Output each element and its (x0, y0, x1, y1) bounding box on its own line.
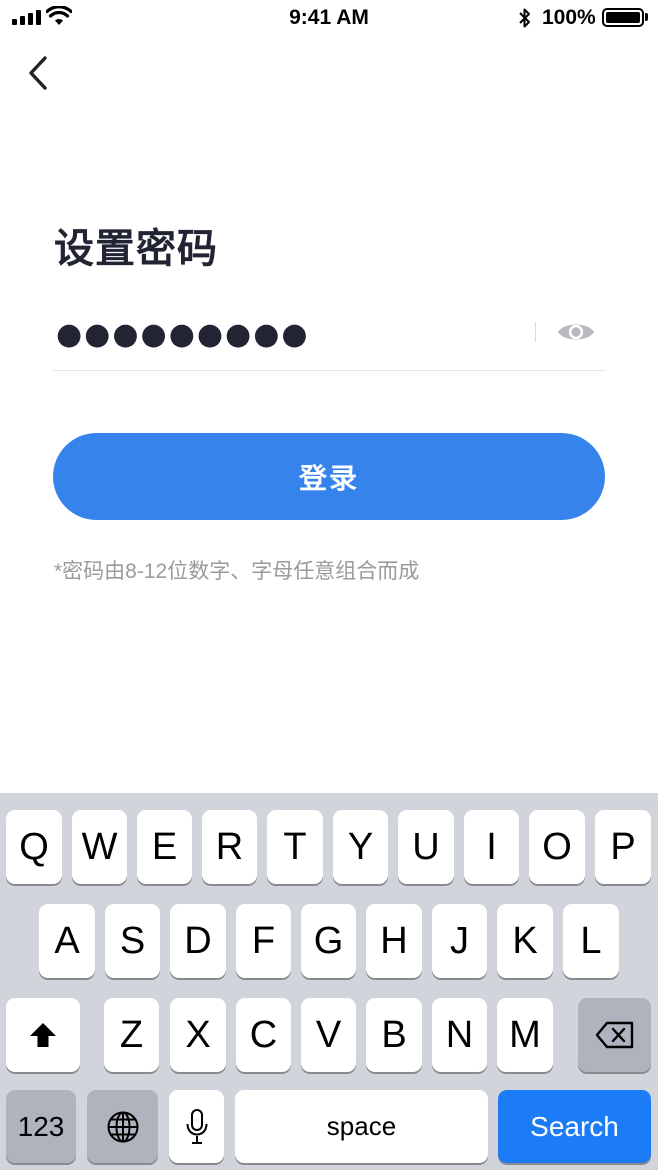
key-v[interactable]: V (301, 998, 356, 1072)
password-hint: *密码由8-12位数字、字母任意组合而成 (54, 560, 420, 583)
status-bar: 9:41 AM 100% (0, 0, 658, 36)
battery-tip (645, 13, 648, 21)
battery-percentage: 100% (542, 6, 596, 29)
key-j[interactable]: J (432, 904, 487, 978)
key-z[interactable]: Z (104, 998, 159, 1072)
key-l[interactable]: L (563, 904, 619, 978)
key-f[interactable]: F (236, 904, 291, 978)
key-r[interactable]: R (202, 810, 257, 884)
key-g[interactable]: G (301, 904, 356, 978)
password-input[interactable] (55, 311, 525, 355)
password-field-row: ●●●●●●●●● (53, 305, 606, 371)
key-h[interactable]: H (366, 904, 422, 978)
backspace-key[interactable] (578, 998, 651, 1072)
back-arrow-icon (29, 56, 47, 90)
toggle-visibility-button[interactable] (553, 313, 599, 351)
keyboard: Q W E R T Y U I O P A S D F G H J K L Z … (0, 793, 658, 1170)
key-y[interactable]: Y (333, 810, 388, 884)
key-w[interactable]: W (72, 810, 127, 884)
key-i[interactable]: I (464, 810, 519, 884)
eye-icon (558, 324, 594, 340)
field-divider (535, 322, 536, 342)
search-key[interactable]: Search (498, 1090, 651, 1163)
key-q[interactable]: Q (6, 810, 62, 884)
key-t[interactable]: T (267, 810, 323, 884)
key-a[interactable]: A (39, 904, 95, 978)
globe-key[interactable] (87, 1090, 158, 1163)
key-k[interactable]: K (497, 904, 553, 978)
globe-icon (107, 1111, 138, 1142)
key-u[interactable]: U (398, 810, 454, 884)
space-key[interactable]: space (235, 1090, 488, 1163)
login-button[interactable]: 登录 (53, 433, 605, 520)
back-button[interactable] (18, 52, 58, 94)
key-d[interactable]: D (170, 904, 226, 978)
key-n[interactable]: N (432, 998, 487, 1072)
microphone-icon (186, 1108, 207, 1144)
key-o[interactable]: O (529, 810, 585, 884)
shift-icon (30, 1023, 56, 1047)
key-s[interactable]: S (105, 904, 160, 978)
shift-key[interactable] (6, 998, 80, 1072)
key-x[interactable]: X (170, 998, 226, 1072)
key-p[interactable]: P (595, 810, 651, 884)
key-m[interactable]: M (497, 998, 553, 1072)
bluetooth-icon (519, 8, 530, 28)
microphone-key[interactable] (169, 1090, 224, 1163)
key-e[interactable]: E (137, 810, 192, 884)
numbers-key[interactable]: 123 (6, 1090, 76, 1163)
key-b[interactable]: B (366, 998, 422, 1072)
backspace-icon (595, 1021, 633, 1049)
page-title: 设置密码 (54, 227, 218, 271)
battery-icon (602, 8, 644, 27)
key-c[interactable]: C (236, 998, 291, 1072)
